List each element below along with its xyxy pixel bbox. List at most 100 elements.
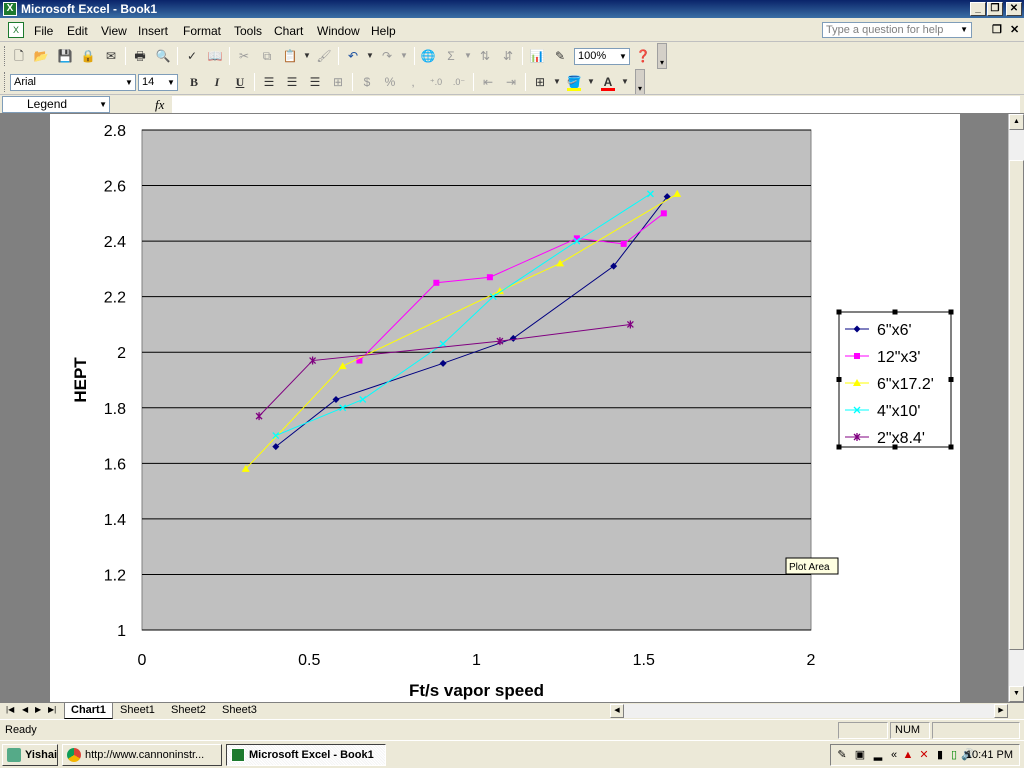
tab-sheet1[interactable]: Sheet1 — [114, 703, 161, 719]
close-button[interactable]: ✕ — [1006, 2, 1022, 16]
chart-area[interactable]: 1 1.2 1.4 1.6 1.8 2 2.2 2.4 2.6 2.8 0 0.5 1 1.5 2 Ft/s … — [50, 114, 960, 702]
prev-sheet-icon[interactable]: ◀ — [22, 705, 28, 714]
menu-edit[interactable]: Edit — [67, 24, 88, 38]
align-left-icon[interactable]: ☰ — [260, 73, 278, 91]
horizontal-scrollbar[interactable]: ◀ ▶ — [610, 704, 1008, 718]
selection-handle[interactable] — [948, 444, 954, 450]
sort-ascending-icon[interactable]: ⇅ — [476, 47, 494, 65]
font-color-icon[interactable]: A — [599, 73, 617, 91]
fill-color-icon[interactable]: 🪣 — [565, 73, 583, 91]
chevron-down-icon[interactable]: ▼ — [124, 75, 134, 90]
drawing-icon[interactable]: ✎ — [551, 47, 569, 65]
chevron-down-icon[interactable]: ▼ — [960, 23, 968, 37]
pdf-icon[interactable]: ▲ — [901, 748, 915, 762]
pen-icon[interactable]: ✎ — [835, 748, 849, 762]
comma-button[interactable]: , — [404, 73, 422, 91]
selection-handle[interactable] — [948, 309, 954, 315]
menu-chart[interactable]: Chart — [274, 24, 303, 38]
selection-handle[interactable] — [836, 444, 842, 450]
menu-help[interactable]: Help — [371, 24, 396, 38]
fx-icon[interactable]: fx — [155, 97, 164, 113]
selection-handle[interactable] — [892, 309, 898, 315]
paste-icon[interactable]: 📋 — [281, 47, 299, 65]
toolbar-options-icon[interactable]: ▾ — [635, 69, 645, 95]
first-sheet-icon[interactable]: |◀ — [6, 705, 14, 714]
tab-sheet3[interactable]: Sheet3 — [216, 703, 263, 719]
chevron-down-icon[interactable]: ▼ — [616, 73, 634, 91]
print-icon[interactable]: 🖶 — [131, 47, 149, 65]
plot-area[interactable] — [141, 129, 812, 631]
chart-wizard-icon[interactable]: 📊 — [528, 47, 546, 65]
chevron-down-icon[interactable]: ▼ — [459, 47, 477, 65]
minimize-button[interactable]: _ — [970, 2, 986, 16]
toolbar-grip[interactable] — [4, 46, 8, 66]
merge-center-icon[interactable]: ⊞ — [329, 73, 347, 91]
tab-chart1[interactable]: Chart1 — [64, 703, 113, 719]
monitor-icon[interactable]: ▣ — [853, 748, 867, 762]
last-sheet-icon[interactable]: ▶| — [48, 705, 56, 714]
permission-icon[interactable]: 🔒 — [79, 47, 97, 65]
decrease-decimal-icon[interactable]: .0⁻ — [450, 73, 468, 91]
decrease-indent-icon[interactable]: ⇤ — [479, 73, 497, 91]
redo-icon[interactable]: ↷ — [378, 47, 396, 65]
scroll-down-icon[interactable]: ▼ — [1009, 686, 1024, 702]
hyperlink-icon[interactable]: 🌐 — [419, 47, 437, 65]
email-icon[interactable]: ✉ — [102, 47, 120, 65]
font-size-select[interactable]: 14 ▼ — [138, 74, 178, 91]
align-center-icon[interactable]: ☰ — [283, 73, 301, 91]
chevron-down-icon[interactable]: ▼ — [618, 49, 628, 64]
next-sheet-icon[interactable]: ▶ — [35, 705, 41, 714]
chart-svg[interactable]: 1 1.2 1.4 1.6 1.8 2 2.2 2.4 2.6 2.8 0 0.5 1 1.5 2 Ft/s … — [50, 114, 960, 702]
format-painter-icon[interactable]: 🖌 — [315, 47, 333, 65]
vertical-scrollbar[interactable]: ▲ ▼ — [1008, 114, 1024, 702]
chevron-down-icon[interactable]: ▼ — [395, 47, 413, 65]
expand-tray-icon[interactable]: « — [887, 748, 901, 762]
help-icon[interactable]: ❓ — [634, 47, 652, 65]
selection-handle[interactable] — [836, 309, 842, 315]
doc-restore-button[interactable]: ❐ — [992, 23, 1002, 36]
signal-icon[interactable]: ▂ — [871, 748, 885, 762]
selection-handle[interactable] — [948, 377, 954, 382]
name-box[interactable]: Legend ▼ — [2, 96, 110, 113]
taskbar-item-yishai[interactable]: Yishai — [2, 744, 58, 766]
increase-indent-icon[interactable]: ⇥ — [502, 73, 520, 91]
menu-window[interactable]: Window — [317, 24, 360, 38]
formula-input[interactable] — [172, 96, 1020, 113]
taskbar-item-excel[interactable]: Microsoft Excel - Book1 — [226, 744, 386, 766]
underline-button[interactable]: U — [231, 73, 249, 91]
toolbar-options-icon[interactable]: ▾ — [657, 43, 667, 69]
menu-insert[interactable]: Insert — [138, 24, 168, 38]
italic-button[interactable]: I — [208, 73, 226, 91]
chevron-down-icon[interactable]: ▼ — [298, 47, 316, 65]
help-search-input[interactable]: Type a question for help ▼ — [822, 22, 972, 38]
spelling-icon[interactable]: ✓ — [183, 47, 201, 65]
antivirus-icon[interactable]: ✕ — [917, 748, 931, 762]
save-icon[interactable]: 💾 — [56, 47, 74, 65]
taskbar-item-browser[interactable]: http://www.cannoninstr... — [62, 744, 222, 766]
menu-view[interactable]: View — [101, 24, 127, 38]
open-icon[interactable]: 📂 — [32, 47, 50, 65]
print-preview-icon[interactable]: 🔍 — [154, 47, 172, 65]
undo-icon[interactable]: ↶ — [344, 47, 362, 65]
align-right-icon[interactable]: ☰ — [306, 73, 324, 91]
research-icon[interactable]: 📖 — [206, 47, 224, 65]
doc-close-button[interactable]: ✕ — [1010, 23, 1019, 36]
font-name-select[interactable]: Arial ▼ — [10, 74, 136, 91]
chevron-down-icon[interactable]: ▼ — [361, 47, 379, 65]
increase-decimal-icon[interactable]: ⁺.0 — [427, 73, 445, 91]
cut-icon[interactable]: ✂ — [235, 47, 253, 65]
chevron-down-icon[interactable]: ▼ — [166, 75, 176, 90]
zoom-select[interactable]: 100% ▼ — [574, 48, 630, 65]
sort-descending-icon[interactable]: ⇵ — [499, 47, 517, 65]
menu-tools[interactable]: Tools — [234, 24, 262, 38]
power-icon[interactable]: ▯ — [947, 748, 961, 762]
vertical-scroll-thumb[interactable] — [1009, 160, 1024, 650]
scroll-up-icon[interactable]: ▲ — [1009, 114, 1024, 130]
chevron-down-icon[interactable]: ▼ — [99, 97, 107, 112]
tab-sheet2[interactable]: Sheet2 — [165, 703, 212, 719]
borders-icon[interactable]: ⊞ — [531, 73, 549, 91]
new-icon[interactable]: 🗋 — [10, 47, 28, 65]
selection-handle[interactable] — [836, 377, 842, 382]
menu-file[interactable]: File — [34, 24, 53, 38]
restore-button[interactable]: ❐ — [987, 2, 1003, 16]
